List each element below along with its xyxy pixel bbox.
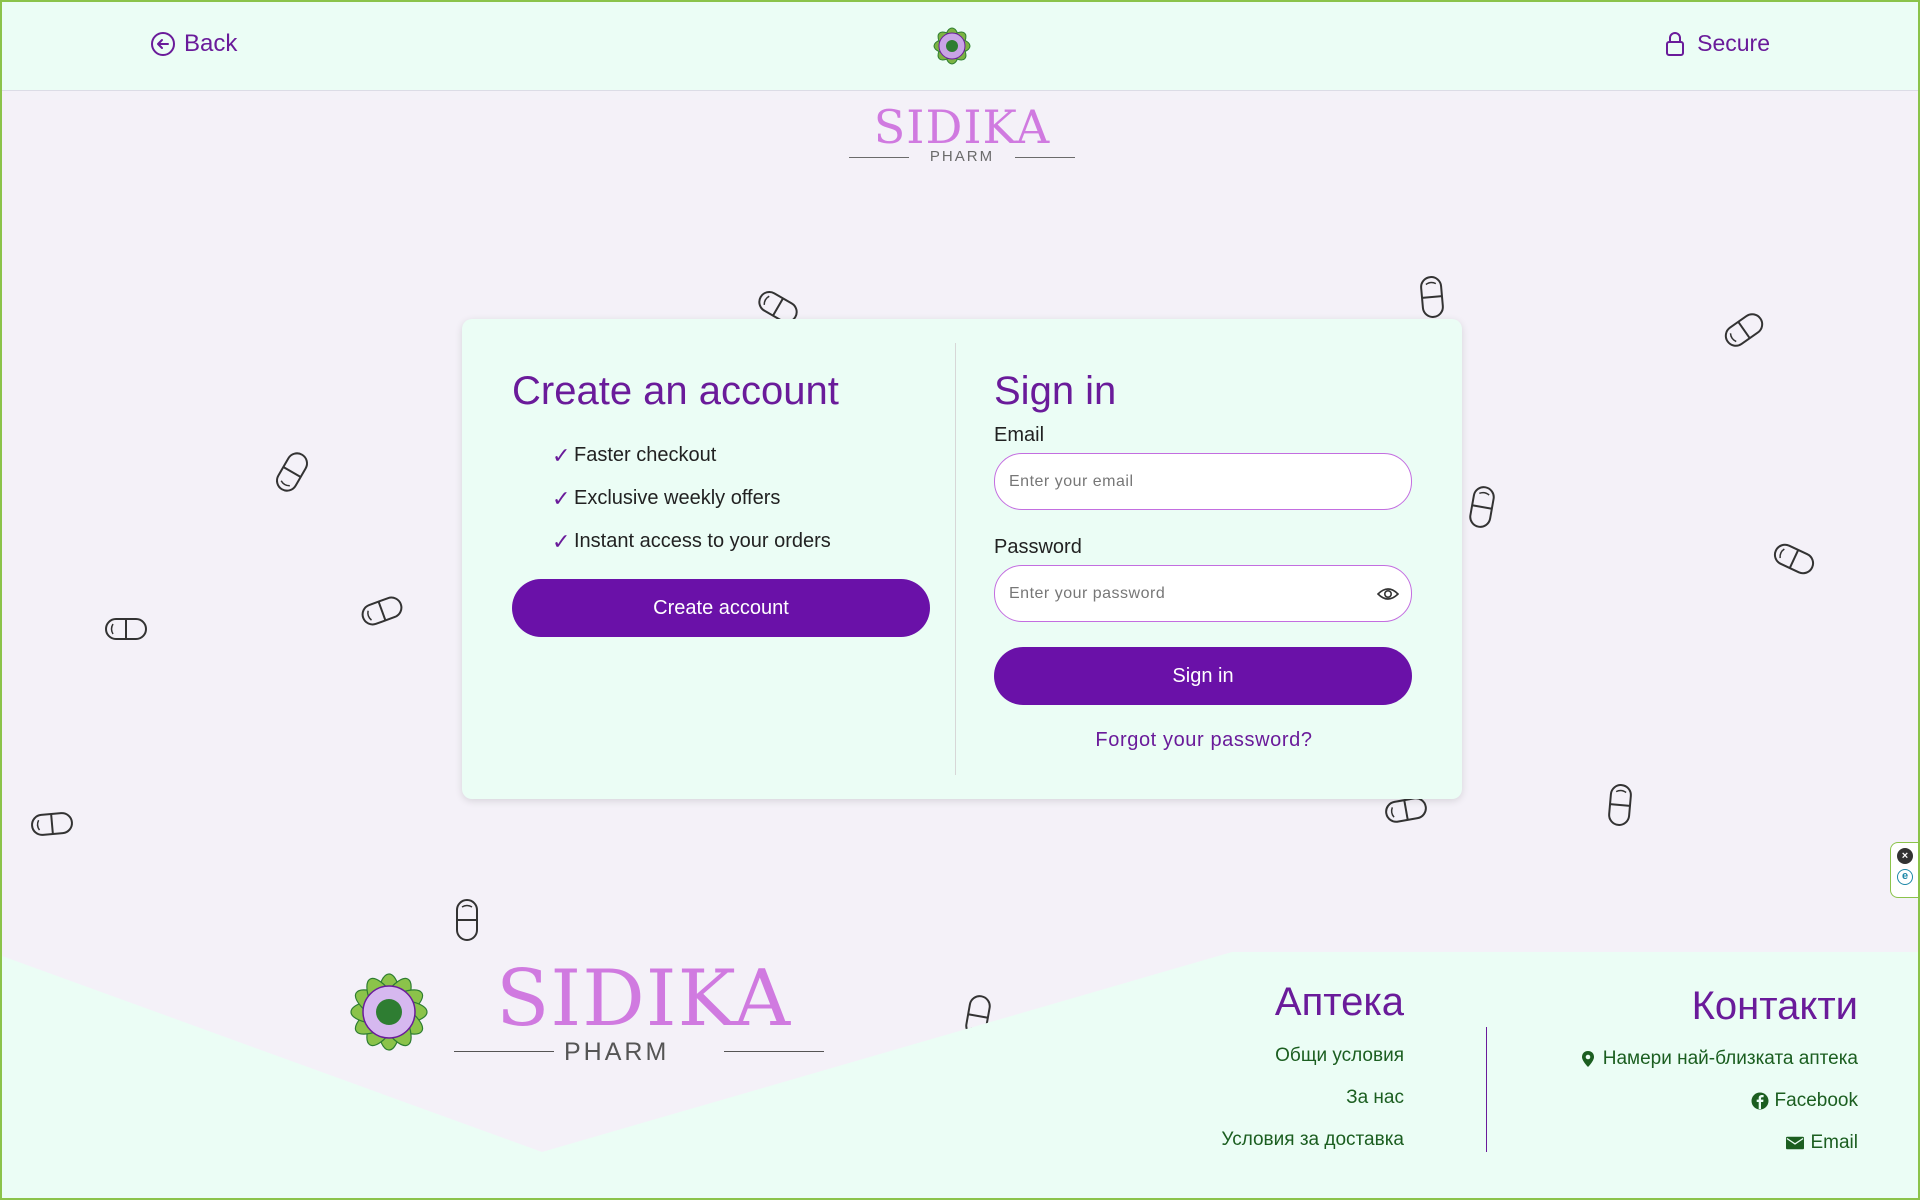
pill-icon [1720, 309, 1768, 351]
footer-link-facebook[interactable]: Facebook [1579, 1089, 1858, 1113]
list-item: ✓ Instant access to your orders [552, 520, 932, 563]
email-label-link: Email [1810, 1132, 1858, 1153]
lock-icon [1666, 31, 1685, 56]
pill-icon [30, 811, 74, 837]
footer-brand-name: SIDIKA [496, 954, 792, 1044]
password-field-wrapper [994, 565, 1412, 622]
pill-icon [1770, 540, 1818, 578]
pharmacy-heading: Аптека [1274, 980, 1404, 1024]
footer-brand-sub: PHARM [564, 1038, 670, 1066]
create-account-title: Create an account [512, 369, 839, 413]
sign-in-button[interactable]: Sign in [994, 647, 1412, 705]
sign-in-panel: Sign in Email Password Sign in Forgot yo… [994, 369, 1414, 752]
pill-icon [456, 899, 478, 941]
envelope-icon [1786, 1136, 1805, 1150]
card-divider [955, 343, 956, 775]
check-icon: ✓ [552, 528, 571, 554]
footer-divider [1486, 1027, 1487, 1152]
benefit-text: Faster checkout [574, 444, 717, 466]
facebook-label: Facebook [1774, 1090, 1858, 1111]
password-label: Password [994, 536, 1082, 558]
side-widget: × e [1890, 842, 1918, 898]
pill-icon [1607, 783, 1633, 827]
brand-logo: SIDIKA PHARM [847, 100, 1077, 170]
benefits-list: ✓ Faster checkout ✓ Exclusive weekly offer… [552, 434, 932, 563]
find-pharmacy-label: Намери най-близката аптека [1602, 1048, 1858, 1069]
forgot-password-link[interactable]: Forgot your password? [994, 729, 1414, 752]
footer-link-about[interactable]: За нас [1221, 1087, 1404, 1109]
auth-card: Create an account ✓ Faster checkout ✓ Excl… [462, 319, 1462, 799]
secure-indicator: Secure [1665, 30, 1770, 57]
close-icon[interactable]: × [1897, 848, 1913, 864]
eye-icon[interactable] [1377, 584, 1399, 604]
secure-label: Secure [1697, 30, 1770, 56]
logo-line [724, 1051, 824, 1052]
footer-link-find-pharmacy[interactable]: Намери най-близката аптека [1579, 1047, 1858, 1071]
accessibility-icon[interactable]: e [1897, 869, 1913, 885]
pill-icon [1419, 275, 1445, 319]
email-label: Email [994, 424, 1045, 446]
logo-line [454, 1051, 554, 1052]
footer-link-delivery[interactable]: Условия за доставка [1221, 1129, 1404, 1151]
list-item: ✓ Faster checkout [552, 434, 932, 477]
back-link[interactable]: Back [150, 30, 237, 58]
create-account-panel: Create an account ✓ Faster checkout ✓ Excl… [512, 369, 932, 637]
benefit-text: Instant access to your orders [574, 530, 831, 552]
contacts-heading: Контакти [1691, 984, 1858, 1028]
logo-line [1015, 157, 1075, 158]
sign-in-title: Sign in [994, 369, 1117, 413]
back-label: Back [184, 30, 238, 57]
list-item: ✓ Exclusive weekly offers [552, 477, 932, 520]
pill-icon [358, 593, 406, 629]
flower-logo-icon [933, 27, 971, 65]
footer-contacts-column: Контакти Намери най-близката аптека Face… [1579, 984, 1858, 1155]
check-icon: ✓ [552, 442, 571, 468]
email-field[interactable] [995, 454, 1411, 509]
pill-icon [1383, 795, 1429, 825]
footer-logo: SIDIKA PHARM [326, 954, 836, 1074]
password-field[interactable] [995, 566, 1411, 621]
arrow-left-circle-icon [151, 32, 175, 56]
footer-link-terms[interactable]: Общи условия [1221, 1045, 1404, 1067]
footer-link-email[interactable]: Email [1579, 1131, 1858, 1155]
footer-pharmacy-column: Аптека Общи условия За нас Условия за до… [1221, 980, 1404, 1151]
check-icon: ✓ [552, 485, 571, 511]
brand-name: SIDIKA [873, 100, 1051, 154]
facebook-icon [1751, 1092, 1769, 1110]
top-bar: Back Secure [2, 2, 1918, 91]
benefit-text: Exclusive weekly offers [574, 487, 781, 509]
map-marker-icon [1581, 1051, 1594, 1067]
pill-icon [1467, 484, 1497, 530]
create-account-button[interactable]: Create account [512, 579, 930, 637]
flower-logo-icon [350, 973, 428, 1051]
pill-icon [272, 448, 312, 496]
pill-icon [105, 618, 147, 640]
email-field-wrapper [994, 453, 1412, 510]
